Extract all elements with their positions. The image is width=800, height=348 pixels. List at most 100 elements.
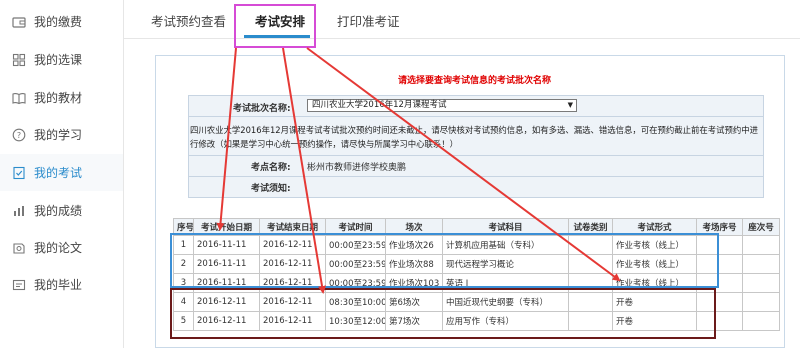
table-row: 3 2016-11-11 2016-12-11 00:00至23:59 作业场次… (173, 273, 780, 293)
cell-session: 作业场次103 (385, 273, 443, 293)
header-end-date: 考试结束日期 (259, 218, 326, 236)
sidebar-item-grades[interactable]: 我的成绩 (0, 192, 123, 229)
cell-paper-type (568, 311, 613, 331)
batch-select[interactable]: 四川农业大学2016年12月课程考试 ▼ (307, 99, 577, 112)
bar-chart-icon (12, 204, 26, 218)
cell-room-number (696, 273, 743, 293)
cell-session: 作业场次26 (385, 235, 443, 255)
question-icon: ? (12, 128, 26, 142)
batch-select-value: 四川农业大学2016年12月课程考试 (312, 100, 447, 110)
sidebar: 我的缴费 我的选课 我的教材 ? 我的学习 我的考试 我的成绩 我的论文 我的毕… (0, 0, 124, 348)
sidebar-item-courses[interactable]: 我的选课 (0, 41, 123, 78)
sidebar-item-payment[interactable]: 我的缴费 (0, 3, 123, 40)
cell-session: 作业场次88 (385, 254, 443, 274)
cell-subject: 英语 I (442, 273, 569, 293)
cell-end-date: 2016-12-11 (259, 235, 326, 255)
cell-seat-number (742, 292, 780, 312)
cell-exam-form: 作业考核（线上） (612, 273, 697, 293)
cell-start-date: 2016-11-11 (193, 254, 260, 274)
cell-subject: 应用写作（专科） (442, 311, 569, 331)
header-session: 场次 (385, 218, 443, 236)
site-label: 考点名称: (251, 163, 291, 173)
header-paper-type: 试卷类别 (568, 218, 613, 236)
cell-index: 4 (173, 292, 194, 312)
cell-start-date: 2016-12-11 (193, 292, 260, 312)
cell-exam-form: 开卷 (612, 311, 697, 331)
sidebar-item-exams[interactable]: 我的考试 (0, 154, 123, 191)
cell-exam-form: 开卷 (612, 292, 697, 312)
dropdown-arrow-icon: ▼ (567, 101, 573, 109)
sidebar-item-graduation[interactable]: 我的毕业 (0, 266, 123, 303)
sidebar-item-label: 我的成绩 (34, 204, 83, 218)
sidebar-item-label: 我的考试 (34, 166, 83, 180)
cell-room-number (696, 235, 743, 255)
cell-seat-number (742, 254, 780, 274)
cell-seat-number (742, 235, 780, 255)
header-exam-time: 考试时间 (325, 218, 386, 236)
sidebar-item-label: 我的学习 (34, 128, 83, 142)
cell-exam-time: 08:30至10:00 (325, 292, 386, 312)
paper-icon (12, 241, 26, 255)
exam-schedule-table: 序号 考试开始日期 考试结束日期 考试时间 场次 考试科目 试卷类别 考试形式 … (173, 218, 780, 331)
cell-exam-time: 10:30至12:00 (325, 311, 386, 331)
cell-seat-number (742, 311, 780, 331)
cell-index: 2 (173, 254, 194, 274)
cell-session: 第7场次 (385, 311, 443, 331)
tab-print-admission-ticket[interactable]: 打印准考证 (337, 11, 400, 30)
table-row: 4 2016-12-11 2016-12-11 08:30至10:00 第6场次… (173, 292, 780, 312)
cell-end-date: 2016-12-11 (259, 254, 326, 274)
exam-notice-label: 考试须知: (251, 184, 291, 194)
select-batch-prompt: 请选择要查询考试信息的考试批次名称 (398, 76, 552, 86)
divider (188, 176, 764, 177)
cell-index: 1 (173, 235, 194, 255)
batch-label: 考试批次名称: (233, 104, 291, 114)
divider (188, 116, 764, 117)
header-subject: 考试科目 (442, 218, 569, 236)
svg-text:?: ? (17, 131, 21, 140)
graduation-icon (12, 278, 26, 292)
cell-subject: 中国近现代史纲要（专科） (442, 292, 569, 312)
tab-appointment-view[interactable]: 考试预约查看 (151, 11, 226, 30)
sidebar-item-thesis[interactable]: 我的论文 (0, 229, 123, 266)
table-row: 2 2016-11-11 2016-12-11 00:00至23:59 作业场次… (173, 254, 780, 274)
header-exam-form: 考试形式 (612, 218, 697, 236)
cell-subject: 现代远程学习概论 (442, 254, 569, 274)
cell-end-date: 2016-12-11 (259, 292, 326, 312)
sidebar-item-label: 我的论文 (34, 241, 83, 255)
sidebar-item-label: 我的缴费 (34, 15, 83, 29)
cell-exam-time: 00:00至23:59 (325, 273, 386, 293)
tab-bar: 考试预约查看 考试安排 打印准考证 (124, 0, 800, 39)
cell-paper-type (568, 235, 613, 255)
sidebar-item-label: 我的毕业 (34, 278, 83, 292)
cell-room-number (696, 254, 743, 274)
cell-seat-number (742, 273, 780, 293)
site-value: 彬州市教师进修学校奥鹏 (307, 163, 407, 173)
sidebar-item-textbooks[interactable]: 我的教材 (0, 79, 123, 116)
header-index: 序号 (173, 218, 194, 236)
cell-paper-type (568, 273, 613, 293)
cell-end-date: 2016-12-11 (259, 273, 326, 293)
reservation-notice: 四川农业大学2016年12月课程考试考试批次预约时间还未截止，请尽快核对考试预约… (190, 125, 758, 149)
cell-paper-type (568, 254, 613, 274)
cell-subject: 计算机应用基础（专科） (442, 235, 569, 255)
exam-icon (12, 166, 26, 180)
header-seat-number: 座次号 (742, 218, 780, 236)
cell-paper-type (568, 292, 613, 312)
sidebar-item-label: 我的选课 (34, 53, 83, 67)
cell-exam-form: 作业考核（线上） (612, 235, 697, 255)
cell-room-number (696, 311, 743, 331)
divider (188, 155, 764, 156)
table-row: 1 2016-11-11 2016-12-11 00:00至23:59 作业场次… (173, 235, 780, 255)
cell-end-date: 2016-12-11 (259, 311, 326, 331)
table-header-row: 序号 考试开始日期 考试结束日期 考试时间 场次 考试科目 试卷类别 考试形式 … (173, 218, 780, 236)
sidebar-item-study[interactable]: ? 我的学习 (0, 116, 123, 153)
sidebar-item-label: 我的教材 (34, 91, 83, 105)
header-room-number: 考场序号 (696, 218, 743, 236)
highlight-box-tab (234, 4, 316, 48)
grid-icon (12, 53, 26, 67)
cell-index: 5 (173, 311, 194, 331)
header-start-date: 考试开始日期 (193, 218, 260, 236)
cell-start-date: 2016-12-11 (193, 311, 260, 331)
cell-exam-time: 00:00至23:59 (325, 254, 386, 274)
book-icon (12, 91, 26, 105)
